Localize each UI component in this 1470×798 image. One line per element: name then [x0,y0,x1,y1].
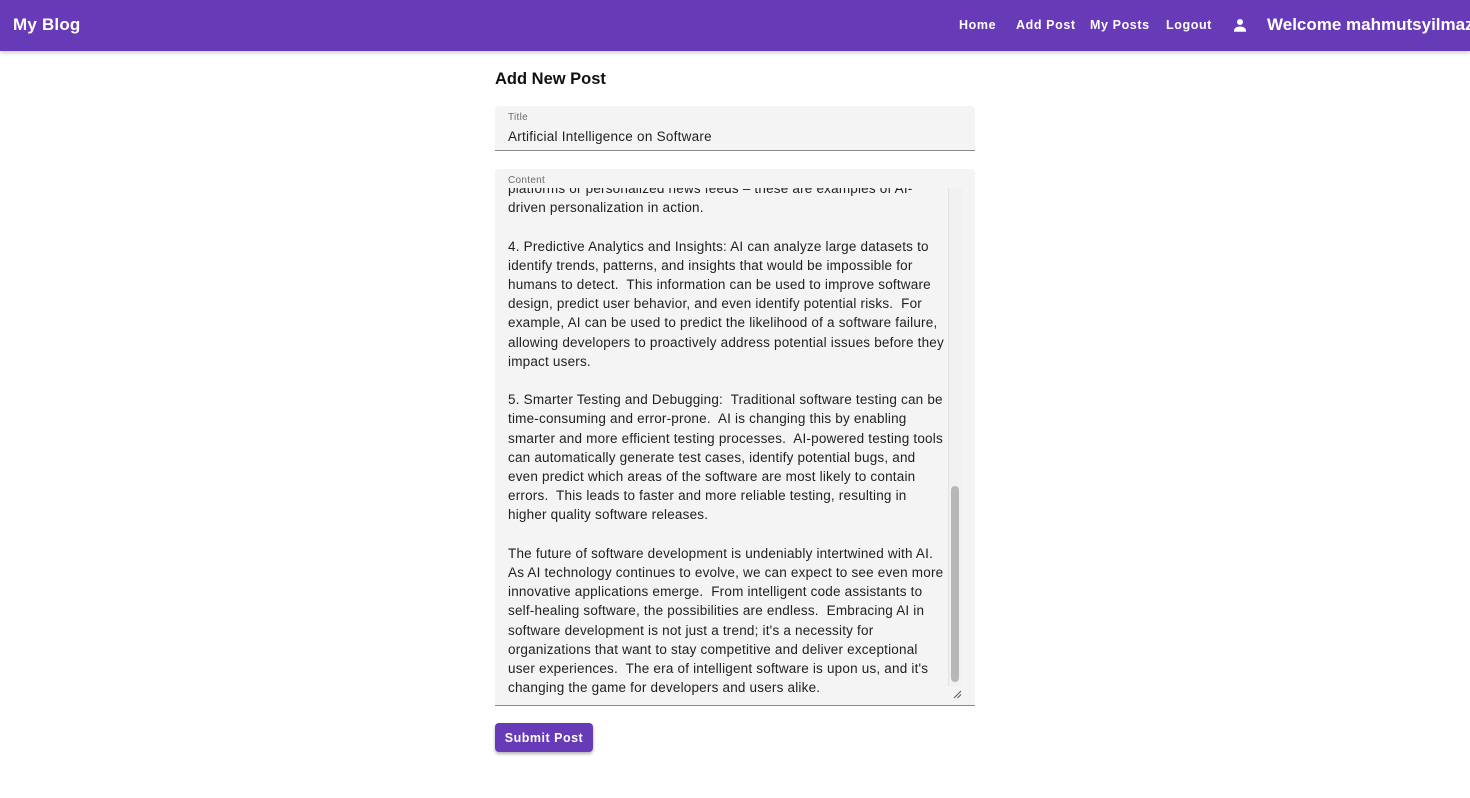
resize-handle-icon[interactable] [952,689,962,699]
content-field-label: Content [508,175,546,186]
page-title: Add New Post [495,70,606,88]
nav-logout-link[interactable]: Logout [1166,18,1212,32]
title-field-label: Title [508,112,529,123]
nav-my-posts-link[interactable]: My Posts [1090,18,1150,32]
content-scrollbar-thumb[interactable] [951,486,959,682]
welcome-message: Welcome mahmutsyilmaz [1267,15,1470,34]
content-text: platforms or personalized news feeds – t… [508,188,944,696]
content-textarea[interactable]: platforms or personalized news feeds – t… [508,188,948,700]
title-input[interactable] [508,126,958,146]
person-icon[interactable] [1231,16,1249,34]
nav-add-post-link[interactable]: Add Post [1016,18,1076,32]
content-field[interactable]: Content platforms or personalized news f… [495,169,975,706]
top-toolbar: My Blog Home Add Post My Posts Logout We… [0,0,1470,51]
nav-home-link[interactable]: Home [959,18,996,32]
title-field[interactable]: Title [495,106,975,151]
brand-title[interactable]: My Blog [13,15,81,35]
submit-post-button[interactable]: Submit Post [495,723,593,752]
